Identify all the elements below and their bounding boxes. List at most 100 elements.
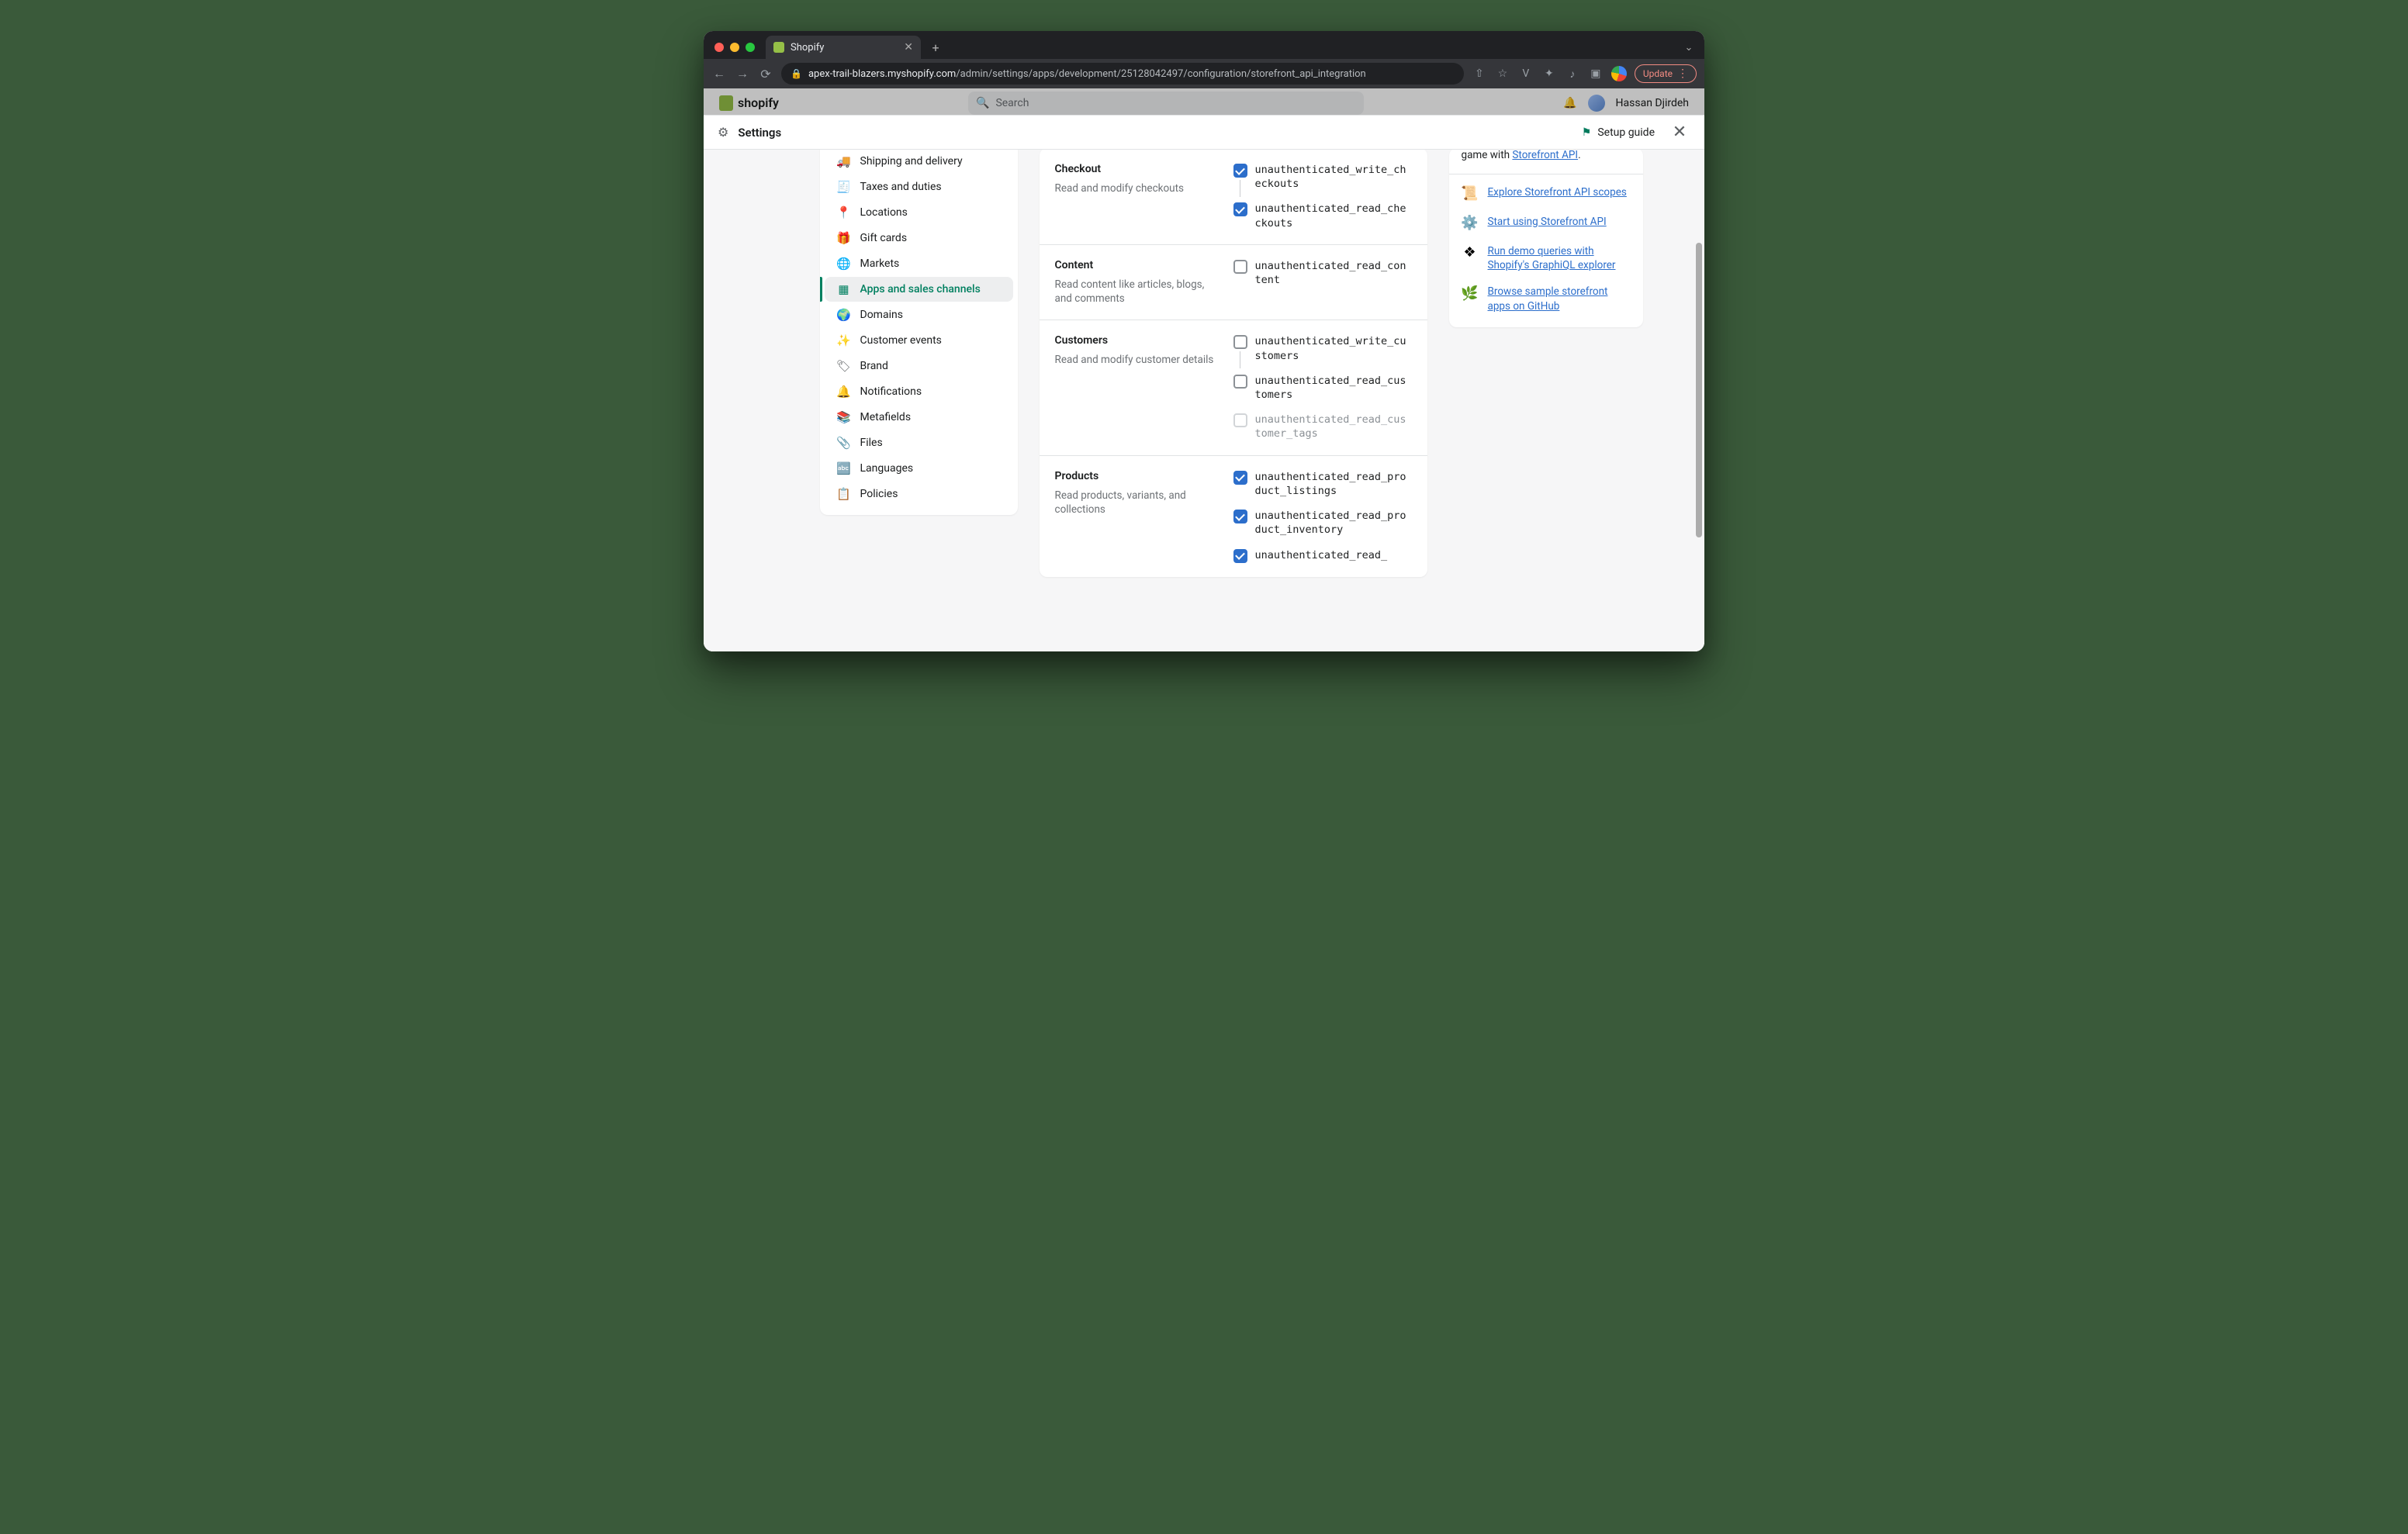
panel-icon[interactable]: ▣ xyxy=(1588,67,1604,80)
tab-title: Shopify xyxy=(791,42,824,54)
sidebar-icon: 🏷 xyxy=(837,359,851,373)
tabs-dropdown-icon[interactable]: ⌄ xyxy=(1680,42,1698,54)
section-title: Checkout xyxy=(1055,163,1218,175)
help-link-icon: 🌿 xyxy=(1462,285,1479,302)
scope-section-customers: CustomersRead and modify customer detail… xyxy=(1040,320,1427,454)
sidebar-item-locations[interactable]: 📍 Locations xyxy=(825,200,1013,225)
sidebar-icon: 📍 xyxy=(837,206,851,219)
sidebar-icon: 🚚 xyxy=(837,154,851,168)
scope-label: unauthenticated_read_customer_tags xyxy=(1255,413,1412,441)
flag-icon: ⚑ xyxy=(1582,126,1592,139)
section-title: Products xyxy=(1055,470,1218,482)
help-link-icon: ❖ xyxy=(1462,244,1479,261)
scope-checkbox[interactable] xyxy=(1233,549,1247,563)
help-link-row: ⚙️ Start using Storefront API xyxy=(1462,215,1631,232)
settings-modal: ⚙ Settings ⚑ Setup guide ✕ 🚚Shipping and… xyxy=(704,115,1704,651)
page-scrollbar[interactable] xyxy=(1696,243,1702,537)
sidebar-icon: ▦ xyxy=(837,282,851,296)
section-description: Read and modify checkouts xyxy=(1055,181,1218,195)
scope-row: unauthenticated_read_customers xyxy=(1233,374,1412,402)
sidebar-item-notifications[interactable]: 🔔Notifications xyxy=(825,379,1013,404)
window-close-icon[interactable] xyxy=(714,43,724,52)
scope-label: unauthenticated_read_checkouts xyxy=(1255,202,1412,230)
window-maximize-icon[interactable] xyxy=(746,43,755,52)
help-link[interactable]: Explore Storefront API scopes xyxy=(1488,185,1627,199)
scope-label: unauthenticated_read_content xyxy=(1255,259,1412,287)
scope-label: unauthenticated_read_product_inventory xyxy=(1255,509,1412,537)
sidebar-item-markets[interactable]: 🌐Markets xyxy=(825,251,1013,276)
sidebar-item-customer-events[interactable]: ✨Customer events xyxy=(825,328,1013,353)
scope-checkbox[interactable] xyxy=(1233,202,1247,216)
help-link[interactable]: Browse sample storefront apps on GitHub xyxy=(1488,285,1631,313)
sidebar-item-apps-and-sales-channels[interactable]: ▦ Apps and sales channels xyxy=(825,277,1013,302)
scope-row: unauthenticated_read_customer_tags xyxy=(1233,413,1412,441)
help-link[interactable]: Start using Storefront API xyxy=(1488,215,1607,229)
address-bar[interactable]: 🔒 apex-trail-blazers.myshopify.com/admin… xyxy=(781,63,1464,85)
scopes-card: Checkout Read and modify checkouts unauthe… xyxy=(1040,150,1427,577)
help-link-row: 🌿 Browse sample storefront apps on GitHub xyxy=(1462,285,1631,313)
help-link-row: 📜Explore Storefront API scopes xyxy=(1462,185,1631,202)
modal-title: Settings xyxy=(738,126,781,140)
sidebar-item-policies[interactable]: 📋Policies xyxy=(825,482,1013,506)
scope-checkbox[interactable] xyxy=(1233,510,1247,523)
scope-section-content: ContentRead content like articles, blogs… xyxy=(1040,244,1427,320)
scope-checkbox[interactable] xyxy=(1233,335,1247,349)
update-button[interactable]: Update xyxy=(1635,64,1697,83)
extensions-icon[interactable]: ✦ xyxy=(1541,67,1557,80)
help-link-icon: ⚙️ xyxy=(1462,215,1479,232)
sidebar-item-label: Locations xyxy=(860,206,908,219)
tab-close-icon[interactable]: ✕ xyxy=(904,41,913,54)
scope-row: unauthenticated_read_product_listings xyxy=(1233,470,1412,498)
shopify-favicon-icon xyxy=(773,42,784,53)
close-modal-button[interactable]: ✕ xyxy=(1669,123,1690,142)
sidebar-item-domains[interactable]: 🌍Domains xyxy=(825,302,1013,327)
back-button[interactable]: ← xyxy=(711,66,727,81)
reload-button[interactable]: ⟳ xyxy=(758,67,773,81)
media-icon[interactable]: ♪ xyxy=(1565,67,1580,81)
new-tab-button[interactable]: + xyxy=(927,39,944,56)
profile-avatar-icon[interactable] xyxy=(1611,66,1627,81)
storefront-api-link[interactable]: Storefront API xyxy=(1512,150,1578,161)
sidebar-icon: 📎 xyxy=(837,436,851,450)
help-link[interactable]: Run demo queries with Shopify's GraphiQL… xyxy=(1488,244,1631,272)
window-minimize-icon[interactable] xyxy=(730,43,739,52)
sidebar-item-metafields[interactable]: 📚Metafields xyxy=(825,405,1013,430)
bookmark-icon[interactable]: ☆ xyxy=(1495,67,1510,80)
modal-overlay: ⚙ Settings ⚑ Setup guide ✕ 🚚Shipping and… xyxy=(704,88,1704,651)
sidebar-item-files[interactable]: 📎Files xyxy=(825,430,1013,455)
scope-checkbox[interactable] xyxy=(1233,164,1247,178)
share-icon[interactable]: ⇧ xyxy=(1472,67,1487,80)
url-path: /admin/settings/apps/development/2512804… xyxy=(956,68,1365,80)
section-description: Read products, variants, and collections xyxy=(1055,489,1218,517)
forward-button[interactable]: → xyxy=(735,66,750,81)
gear-icon: ⚙ xyxy=(718,125,728,140)
sidebar-icon: 🧾 xyxy=(837,180,851,194)
tab-bar: Shopify ✕ + ⌄ xyxy=(704,31,1704,59)
scope-checkbox[interactable] xyxy=(1233,375,1247,389)
lock-icon: 🔒 xyxy=(791,68,802,79)
sidebar-item-label: Markets xyxy=(860,257,900,270)
section-title: Customers xyxy=(1055,334,1218,347)
help-link-row: ❖ Run demo queries with Shopify's GraphiQ… xyxy=(1462,244,1631,272)
sidebar-item-gift-cards[interactable]: 🎁Gift cards xyxy=(825,226,1013,250)
browser-tab[interactable]: Shopify ✕ xyxy=(766,36,921,59)
scope-checkbox[interactable] xyxy=(1233,260,1247,274)
sidebar-item-brand[interactable]: 🏷 Brand xyxy=(825,354,1013,378)
sidebar-item-shipping-and-delivery[interactable]: 🚚Shipping and delivery xyxy=(825,150,1013,174)
main-column: Checkout Read and modify checkouts unauthe… xyxy=(1040,150,1427,651)
sidebar-item-taxes-and-duties[interactable]: 🧾Taxes and duties xyxy=(825,174,1013,199)
scope-checkbox[interactable] xyxy=(1233,471,1247,485)
help-column: game with Storefront API. 📜Explore Store… xyxy=(1449,150,1643,651)
sidebar-icon: 📚 xyxy=(837,410,851,424)
window-controls xyxy=(710,43,759,52)
page-content: shopify 🔍 Search 🔔 Hassan Djirdeh ⚙ Sett… xyxy=(704,88,1704,651)
browser-window: Shopify ✕ + ⌄ ← → ⟳ 🔒 apex-trail-blazers… xyxy=(704,31,1704,651)
sidebar-item-label: Apps and sales channels xyxy=(860,283,981,295)
setup-guide-link[interactable]: ⚑ Setup guide xyxy=(1582,126,1655,139)
extension-v-icon[interactable]: V xyxy=(1518,67,1534,80)
sidebar-icon: 🎁 xyxy=(837,231,851,245)
sidebar-item-label: Languages xyxy=(860,462,914,475)
sidebar-item-label: Brand xyxy=(860,360,888,372)
help-links-list: 📜Explore Storefront API scopes ⚙️ Start us… xyxy=(1449,174,1643,327)
sidebar-item-languages[interactable]: 🔤Languages xyxy=(825,456,1013,481)
